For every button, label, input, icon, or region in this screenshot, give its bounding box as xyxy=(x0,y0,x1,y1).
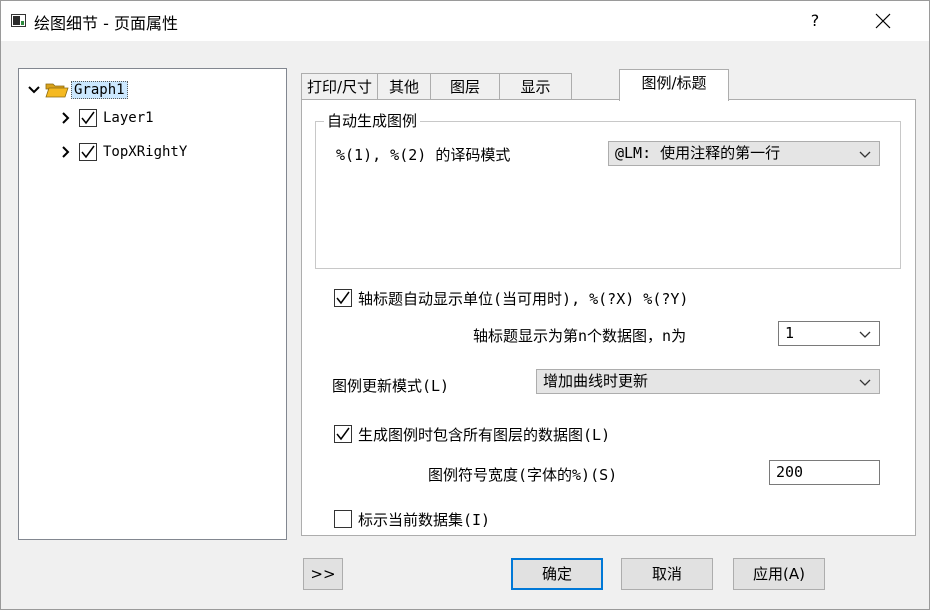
apply-button[interactable]: 应用(A) xyxy=(733,558,825,590)
update-mode-value: 增加曲线时更新 xyxy=(543,372,649,390)
tree-view[interactable]: Graph1 Layer1 TopXRightY xyxy=(18,68,287,540)
window-title: 绘图细节 - 页面属性 xyxy=(34,14,178,33)
include-all-checkbox[interactable] xyxy=(334,425,352,443)
indicate-current-checkbox[interactable] xyxy=(334,510,352,528)
chevron-down-icon xyxy=(859,379,871,386)
axis-units-label: 轴标题自动显示单位(当可用时), %(?X) %(?Y) xyxy=(358,290,689,308)
tree-item-topxrighty[interactable]: TopXRightY xyxy=(59,141,187,163)
close-button[interactable] xyxy=(863,7,903,35)
tab-legend-title[interactable]: 图例/标题 xyxy=(619,69,729,101)
close-icon xyxy=(875,13,891,29)
chevron-down-icon xyxy=(859,151,871,158)
chevron-right-icon[interactable] xyxy=(59,111,73,125)
update-mode-select[interactable]: 增加曲线时更新 xyxy=(536,369,880,394)
tree-item-graph1[interactable]: Graph1 xyxy=(27,79,128,101)
app-icon xyxy=(11,14,26,27)
symbol-width-label: 图例符号宽度(字体的%)(S) xyxy=(428,466,618,484)
tree-item-layer1[interactable]: Layer1 xyxy=(59,107,154,129)
tab-layers[interactable]: 图层 xyxy=(430,73,500,101)
tree-item-label: TopXRightY xyxy=(103,144,188,160)
tree-item-label: Layer1 xyxy=(103,110,154,126)
include-all-label: 生成图例时包含所有图层的数据图(L) xyxy=(358,426,611,444)
chevron-right-icon[interactable] xyxy=(59,145,73,159)
axis-nth-select[interactable]: 1 xyxy=(778,321,880,346)
axis-units-checkbox[interactable] xyxy=(334,289,352,307)
topxrighty-checkbox[interactable] xyxy=(79,143,97,161)
dialog-window: 绘图细节 - 页面属性 ? Graph1 Layer1 TopXRightY 打… xyxy=(0,0,930,610)
decode-mode-label: %(1), %(2) 的译码模式 xyxy=(336,146,511,164)
chevron-down-icon xyxy=(859,331,871,338)
expand-button[interactable]: >> xyxy=(303,558,343,590)
tab-display[interactable]: 显示 xyxy=(499,73,572,101)
cancel-button[interactable]: 取消 xyxy=(621,558,713,590)
decode-mode-select[interactable]: @LM: 使用注释的第一行 xyxy=(608,141,880,166)
tree-item-label: Graph1 xyxy=(71,81,128,99)
tab-misc[interactable]: 其他 xyxy=(377,73,431,101)
auto-legend-group-title: 自动生成图例 xyxy=(324,110,421,131)
axis-nth-value: 1 xyxy=(785,324,795,342)
indicate-current-label: 标示当前数据集(I) xyxy=(358,511,491,529)
chevron-down-icon[interactable] xyxy=(27,83,41,97)
tab-print-size[interactable]: 打印/尺寸 xyxy=(301,73,378,101)
help-button[interactable]: ? xyxy=(797,7,833,35)
symbol-width-input[interactable]: 200 xyxy=(769,460,880,485)
tab-panel-legend-title: 自动生成图例 %(1), %(2) 的译码模式 @LM: 使用注释的第一行 轴标… xyxy=(301,99,916,536)
ok-button[interactable]: 确定 xyxy=(511,558,603,590)
layer1-checkbox[interactable] xyxy=(79,109,97,127)
folder-open-icon xyxy=(45,81,69,99)
decode-mode-value: @LM: 使用注释的第一行 xyxy=(615,144,781,162)
update-mode-label: 图例更新模式(L) xyxy=(332,377,450,395)
title-bar: 绘图细节 - 页面属性 ? xyxy=(1,1,929,41)
axis-nth-label: 轴标题显示为第n个数据图，n为 xyxy=(473,327,687,345)
